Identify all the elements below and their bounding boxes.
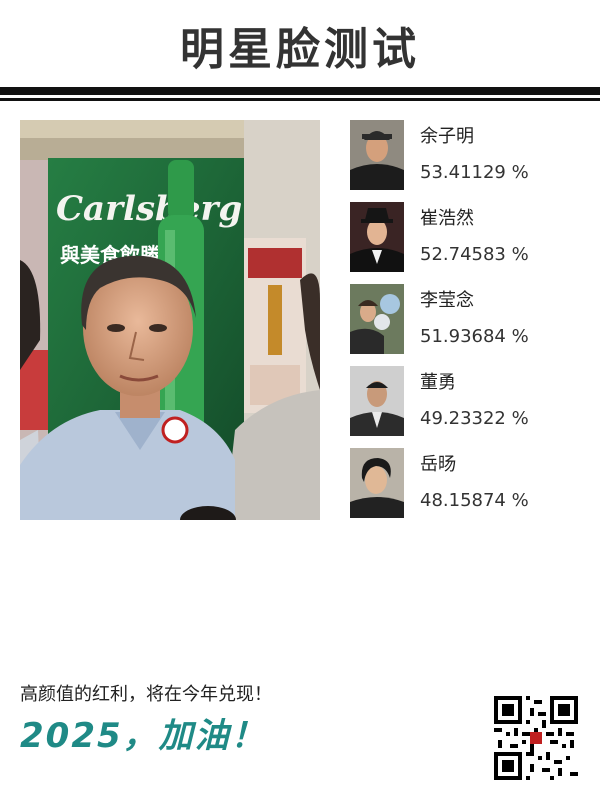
match-item[interactable]: 崔浩然 52.74583 % bbox=[350, 202, 590, 272]
celebrity-photo-icon bbox=[350, 202, 404, 272]
celebrity-name: 岳旸 bbox=[420, 454, 456, 475]
similarity-score: 52.74583 % bbox=[420, 244, 529, 265]
celebrity-name: 余子明 bbox=[420, 126, 474, 147]
similarity-score: 51.93684 % bbox=[420, 326, 529, 347]
similarity-score: 49.23322 % bbox=[420, 408, 529, 429]
bottom-caption: 高颜值的红利，将在今年兑现！ bbox=[20, 684, 272, 705]
page-title: 明星脸测试 bbox=[180, 24, 420, 75]
celebrity-photo-icon bbox=[350, 284, 404, 354]
match-item[interactable]: 董勇 49.23322 % bbox=[350, 366, 590, 436]
carlsberg-logo: Carlsberg bbox=[56, 189, 242, 229]
header-rule-thin bbox=[0, 98, 600, 101]
celebrity-name: 崔浩然 bbox=[420, 208, 474, 229]
similarity-score: 48.15874 % bbox=[420, 490, 529, 511]
celebrity-photo-icon bbox=[350, 448, 404, 518]
celebrity-name: 董勇 bbox=[420, 372, 456, 393]
celebrity-photo-icon bbox=[350, 366, 404, 436]
main-face-photo: Carlsberg 與美食飲勝! bbox=[20, 120, 320, 520]
celebrity-photo-icon bbox=[350, 120, 404, 190]
similarity-score: 53.41129 % bbox=[420, 162, 529, 183]
celebrity-name: 李莹念 bbox=[420, 290, 474, 311]
match-item[interactable]: 岳旸 48.15874 % bbox=[350, 448, 590, 518]
bottom-slogan: 2025，加油！ bbox=[20, 716, 267, 756]
match-item[interactable]: 余子明 53.41129 % bbox=[350, 120, 590, 190]
qr-code-icon[interactable] bbox=[494, 696, 578, 780]
match-item[interactable]: 李莹念 51.93684 % bbox=[350, 284, 590, 354]
header-rule-thick bbox=[0, 87, 600, 95]
